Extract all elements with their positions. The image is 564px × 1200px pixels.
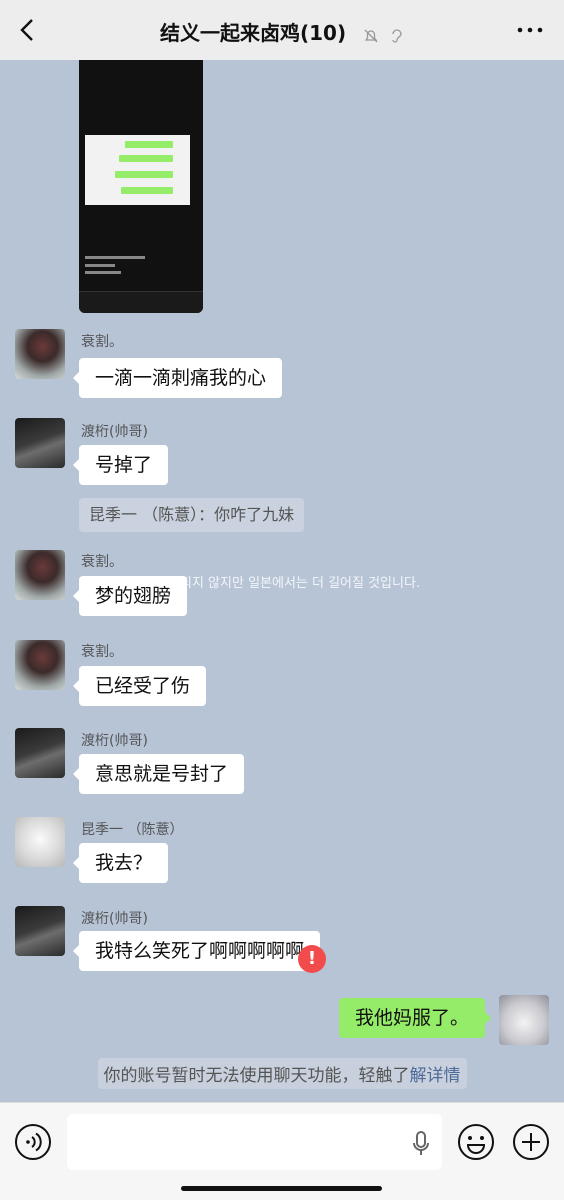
sender-name: 衰割。	[81, 554, 123, 570]
message-bubble[interactable]: 我特么笑死了啊啊啊啊啊	[72, 931, 321, 971]
avatar[interactable]	[15, 418, 65, 468]
sender-name: 衰割。	[81, 644, 123, 660]
avatar[interactable]	[15, 329, 65, 379]
message-bubble[interactable]: 意思就是号封了	[72, 754, 245, 794]
home-indicator[interactable]	[181, 1186, 382, 1191]
my-message-bubble[interactable]: 我他妈服了。	[338, 998, 492, 1038]
message-bubble[interactable]: 号掉了	[72, 445, 169, 485]
system-notice-text: 你的账号暂时无法使用聊天功能，轻触了	[103, 1066, 410, 1086]
voice-mode-icon[interactable]	[14, 1123, 52, 1161]
avatar[interactable]	[15, 817, 65, 867]
send-failed-icon[interactable]: !	[298, 945, 326, 973]
quoted-reply[interactable]: 昆季一 （陈薏）：你咋了九妹	[79, 498, 305, 532]
message-bubble[interactable]: 一滴一滴刺痛我的心	[72, 358, 283, 398]
overlay-watermark: 되지 않지만 일본에서는 더 길어질 것입니다.	[180, 576, 421, 591]
sender-name: 衰割。	[81, 334, 123, 350]
ear-icon	[392, 29, 402, 43]
avatar[interactable]	[15, 550, 65, 600]
chat-title: 结义一起来卤鸡(10)	[0, 17, 564, 47]
chat-header: 结义一起来卤鸡(10)	[0, 0, 564, 60]
my-avatar[interactable]	[499, 995, 549, 1045]
message-bubble[interactable]: 我去？	[72, 843, 169, 883]
group-name: 结义一起来卤鸡(10)	[159, 21, 347, 45]
avatar[interactable]	[15, 640, 65, 690]
sender-name: 渡桁(帅哥)	[81, 911, 148, 927]
plus-icon[interactable]	[512, 1123, 550, 1161]
sender-name: 渡桁(帅哥)	[81, 424, 148, 440]
chat-area[interactable]: 衰割。 一滴一滴刺痛我的心 渡桁(帅哥) 号掉了 昆季一 （陈薏）：你咋了九妹 …	[0, 60, 564, 1102]
message-input[interactable]	[67, 1114, 442, 1170]
shared-image[interactable]	[79, 60, 203, 313]
image-content	[85, 135, 190, 205]
mute-bell-icon	[364, 29, 378, 43]
avatar[interactable]	[15, 906, 65, 956]
system-notice: 你的账号暂时无法使用聊天功能，轻触了解详情	[0, 1058, 564, 1089]
mic-icon[interactable]	[411, 1130, 431, 1158]
message-bubble[interactable]: 已经受了伤	[72, 666, 207, 706]
avatar[interactable]	[15, 728, 65, 778]
sender-name: 昆季一 （陈薏）	[81, 822, 184, 838]
more-icon[interactable]	[514, 20, 546, 40]
details-link[interactable]: 解详情	[410, 1066, 461, 1086]
sender-name: 渡桁(帅哥)	[81, 733, 148, 749]
message-bubble[interactable]: 梦的翅膀	[72, 576, 188, 616]
emoji-icon[interactable]	[457, 1123, 495, 1161]
